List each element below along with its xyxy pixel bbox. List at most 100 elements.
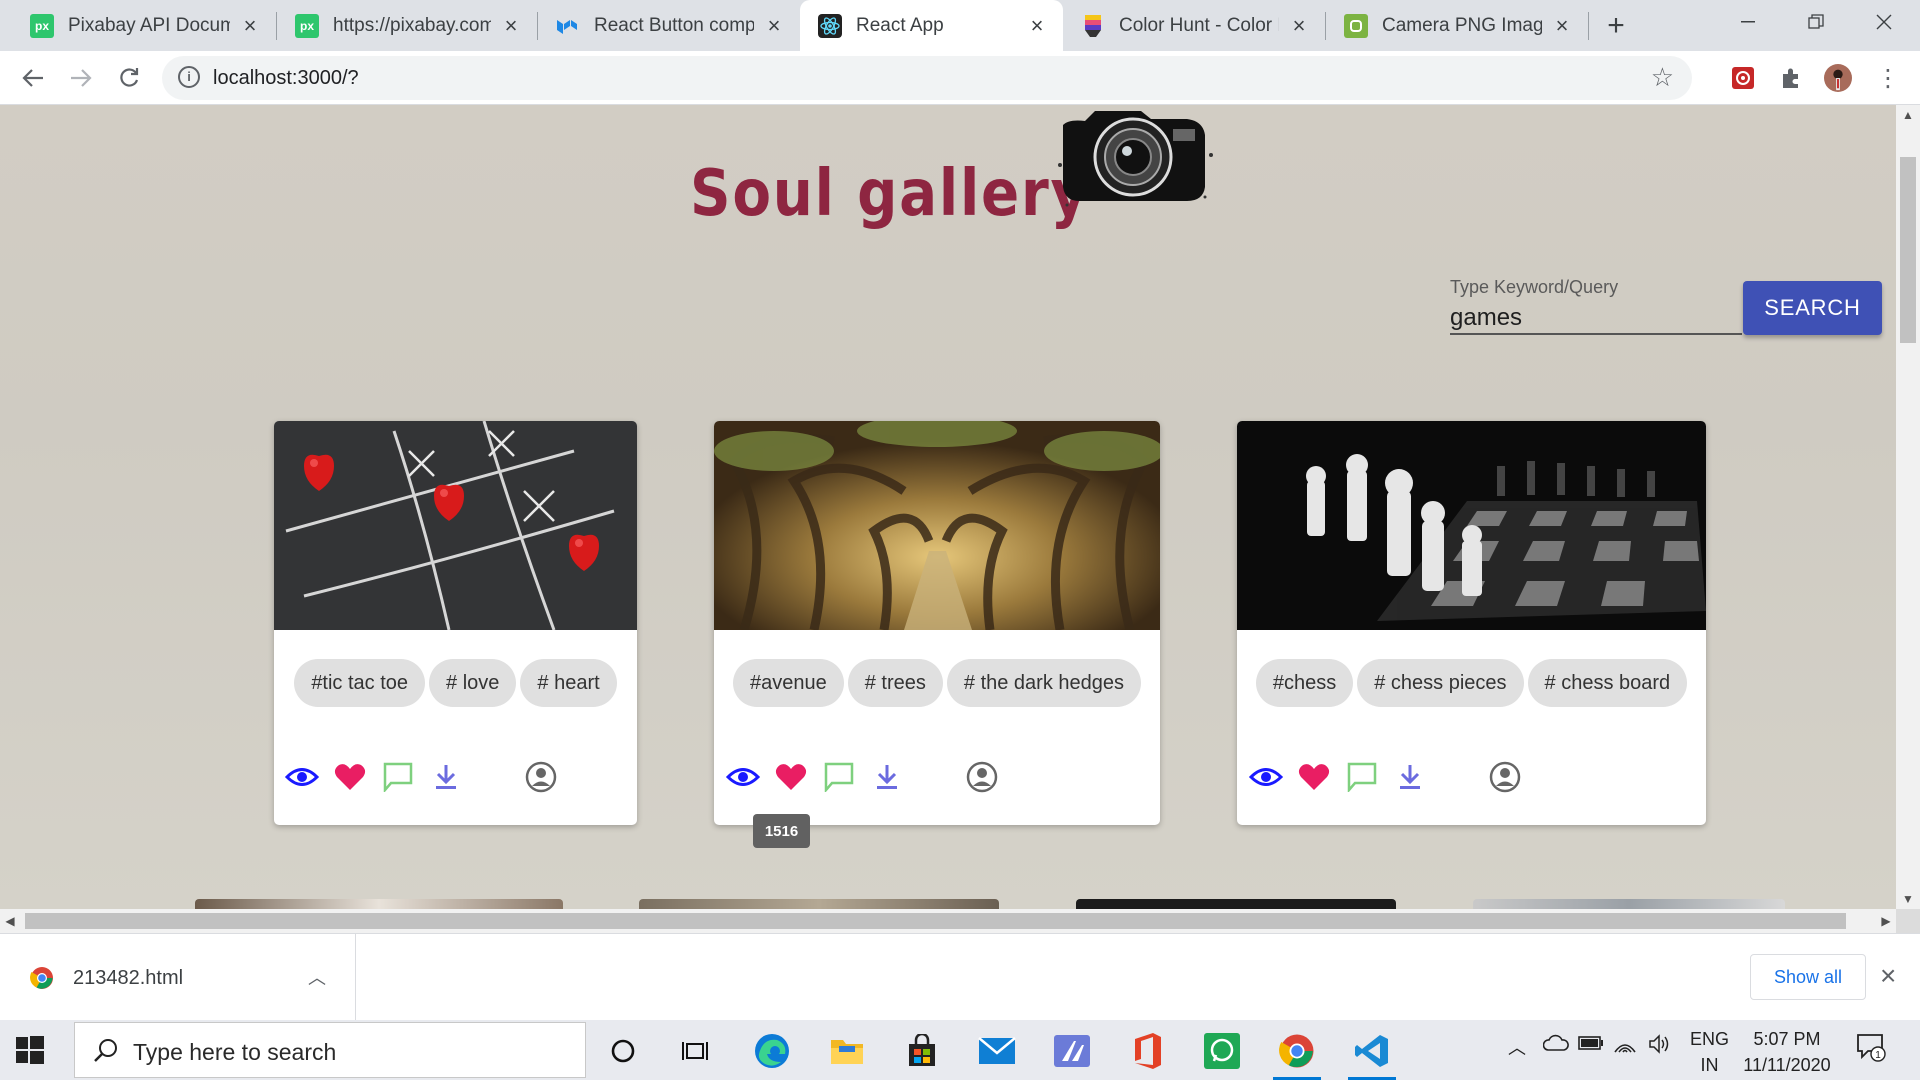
forward-button[interactable] xyxy=(64,61,98,95)
onedrive-icon[interactable] xyxy=(1542,1034,1569,1057)
close-tab-icon[interactable]: × xyxy=(1287,13,1311,38)
react-icon xyxy=(818,13,842,38)
minimize-button[interactable] xyxy=(1714,0,1782,44)
download-icon[interactable] xyxy=(1392,759,1428,795)
scroll-left-arrow-icon[interactable]: ◀ xyxy=(0,909,20,933)
cortana-icon[interactable] xyxy=(593,1026,653,1076)
horizontal-scroll-thumb[interactable] xyxy=(25,913,1846,929)
pngtree-icon xyxy=(1344,13,1368,38)
close-download-bar-icon[interactable]: × xyxy=(1880,960,1896,992)
scroll-right-arrow-icon[interactable]: ▶ xyxy=(1876,909,1896,933)
taskbar-clock[interactable]: 5:07 PM 11/11/2020 xyxy=(1732,1026,1842,1078)
profile-avatar[interactable] xyxy=(1824,64,1852,92)
notifications-icon[interactable]: 1 xyxy=(1856,1032,1886,1067)
tag-chip[interactable]: # chess board xyxy=(1527,659,1688,707)
puzzle-extensions-icon[interactable] xyxy=(1777,64,1805,92)
card-image[interactable] xyxy=(1237,421,1706,630)
user-avatar-icon[interactable] xyxy=(1487,759,1523,795)
vertical-scrollbar[interactable]: ▲ ▼ xyxy=(1896,105,1920,909)
site-info-icon[interactable]: i xyxy=(178,66,200,88)
vertical-scroll-thumb[interactable] xyxy=(1900,157,1916,343)
wifi-icon[interactable] xyxy=(1613,1034,1637,1059)
like-heart-icon[interactable] xyxy=(773,759,809,795)
extension-icon[interactable] xyxy=(1729,64,1757,92)
tag-chip[interactable]: #chess xyxy=(1255,659,1354,707)
comment-icon[interactable] xyxy=(380,759,416,795)
like-heart-icon[interactable] xyxy=(332,759,368,795)
views-eye-icon[interactable] xyxy=(1248,759,1284,795)
chevron-up-icon[interactable]: ︿ xyxy=(308,964,326,990)
user-avatar-icon[interactable] xyxy=(964,759,1000,795)
battery-icon[interactable] xyxy=(1578,1034,1604,1057)
language-code: ENG xyxy=(1690,1029,1730,1049)
show-all-button[interactable]: Show all xyxy=(1750,954,1866,1000)
tab-camera-png[interactable]: Camera PNG Images × xyxy=(1326,0,1588,51)
restore-button[interactable] xyxy=(1782,0,1850,44)
bookmark-star-icon[interactable]: ☆ xyxy=(1651,62,1674,93)
comment-icon[interactable] xyxy=(1344,759,1380,795)
close-window-button[interactable] xyxy=(1850,0,1918,44)
card-image[interactable] xyxy=(274,421,637,630)
url-text[interactable]: localhost:3000/? xyxy=(213,67,359,90)
windows-taskbar: Type here to search ︿ ENG IN 5:07 PM 11/… xyxy=(0,1020,1920,1080)
taskbar-search-box[interactable]: Type here to search xyxy=(74,1022,586,1078)
close-tab-icon[interactable]: × xyxy=(1025,13,1049,38)
mail-icon[interactable] xyxy=(967,1026,1027,1076)
tab-react-button[interactable]: React Button component × xyxy=(538,0,800,51)
download-icon[interactable] xyxy=(869,759,905,795)
card-image[interactable] xyxy=(714,421,1160,630)
vscode-icon[interactable] xyxy=(1342,1026,1402,1080)
image-card: #chess # chess pieces # chess board xyxy=(1237,421,1706,825)
store-icon[interactable] xyxy=(892,1026,952,1076)
tag-chip[interactable]: #tic tac toe xyxy=(294,659,426,707)
comment-icon[interactable] xyxy=(821,759,857,795)
file-explorer-icon[interactable] xyxy=(817,1026,877,1076)
address-bar[interactable]: i localhost:3000/? ☆ xyxy=(162,56,1692,100)
next-card-preview xyxy=(639,899,999,909)
tag-chip[interactable]: # chess pieces xyxy=(1357,659,1524,707)
close-tab-icon[interactable]: × xyxy=(238,13,262,38)
close-tab-icon[interactable]: × xyxy=(499,13,523,38)
tag-chip[interactable]: # heart xyxy=(520,659,617,707)
scroll-down-arrow-icon[interactable]: ▼ xyxy=(1896,889,1920,909)
task-view-icon[interactable] xyxy=(665,1026,725,1076)
tag-chip[interactable]: # love xyxy=(429,659,517,707)
tag-chip[interactable]: # the dark hedges xyxy=(946,659,1142,707)
power-automate-icon[interactable] xyxy=(1042,1026,1102,1076)
download-icon[interactable] xyxy=(428,759,464,795)
volume-icon[interactable] xyxy=(1648,1034,1672,1059)
views-tooltip: 1516 xyxy=(753,814,810,848)
close-tab-icon[interactable]: × xyxy=(1550,13,1574,38)
tab-pixabay-docs[interactable]: px Pixabay API Documentation × xyxy=(12,0,276,51)
chrome-taskbar-icon[interactable] xyxy=(1267,1026,1327,1080)
tab-title: React Button component xyxy=(594,14,754,36)
notification-count: 1 xyxy=(1875,1050,1881,1061)
back-button[interactable] xyxy=(16,61,50,95)
tag-chip[interactable]: # trees xyxy=(847,659,943,707)
horizontal-scrollbar[interactable]: ◀ ▶ xyxy=(0,909,1896,933)
windows-start-icon[interactable] xyxy=(14,1034,46,1066)
tab-color-hunt[interactable]: Color Hunt - Color Palettes × xyxy=(1063,0,1325,51)
user-avatar-icon[interactable] xyxy=(523,759,559,795)
language-indicator[interactable]: ENG IN xyxy=(1690,1026,1729,1078)
office-icon[interactable] xyxy=(1117,1026,1177,1076)
search-input[interactable] xyxy=(1450,303,1740,333)
tab-pixabay-home[interactable]: px https://pixabay.com/ × xyxy=(277,0,537,51)
like-heart-icon[interactable] xyxy=(1296,759,1332,795)
download-item[interactable]: 213482.html ︿ xyxy=(0,934,356,1021)
close-tab-icon[interactable]: × xyxy=(762,13,786,38)
search-button[interactable]: SEARCH xyxy=(1743,281,1882,335)
download-filename: 213482.html xyxy=(73,967,184,989)
whatsapp-icon[interactable] xyxy=(1192,1026,1252,1076)
tab-react-app[interactable]: React App × xyxy=(800,0,1063,51)
tag-chip[interactable]: #avenue xyxy=(732,659,844,707)
browser-menu-icon[interactable]: ⋮ xyxy=(1874,64,1902,92)
views-eye-icon[interactable] xyxy=(284,759,320,795)
tray-overflow-chevron-icon[interactable]: ︿ xyxy=(1508,1034,1526,1060)
scroll-up-arrow-icon[interactable]: ▲ xyxy=(1896,105,1920,125)
new-tab-button[interactable]: + xyxy=(1600,9,1632,42)
colorhunt-icon xyxy=(1081,14,1105,38)
reload-button[interactable] xyxy=(112,61,146,95)
edge-icon[interactable] xyxy=(742,1026,802,1076)
views-eye-icon[interactable] xyxy=(725,759,761,795)
